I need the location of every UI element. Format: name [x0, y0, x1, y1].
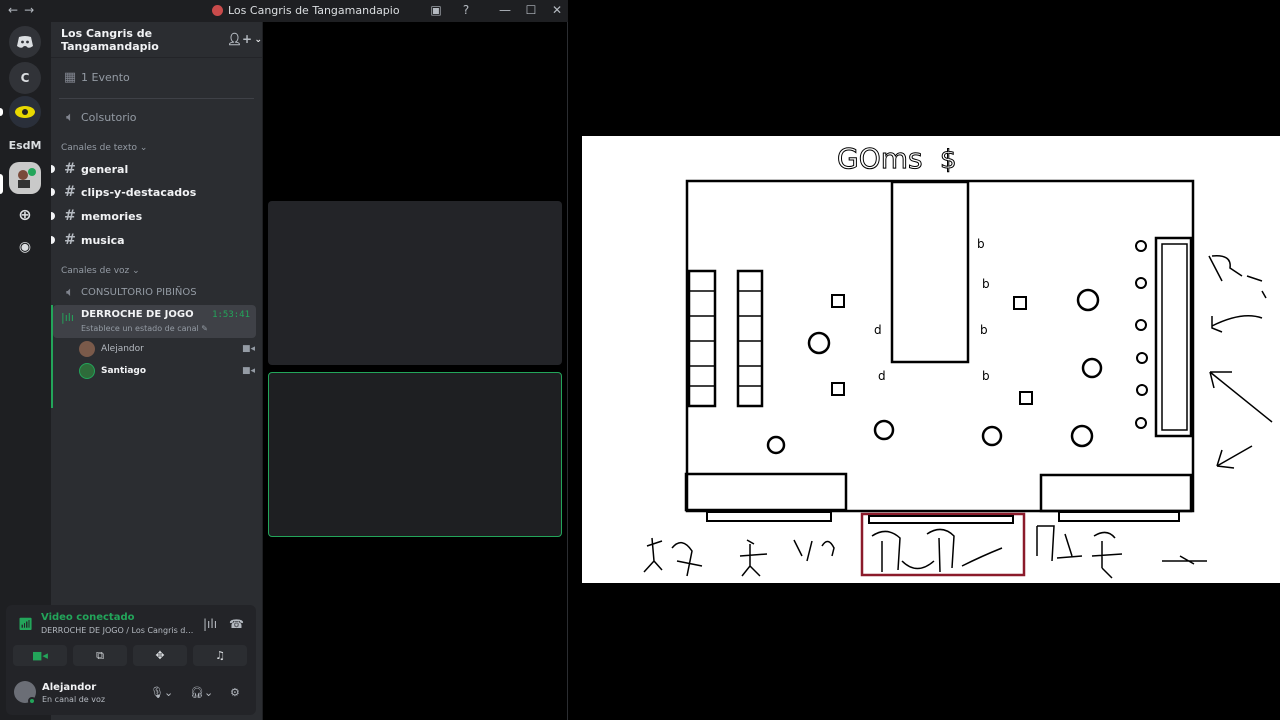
hand-drawing: GOms $ b b b b d d — [643, 142, 1273, 579]
activities-button[interactable]: ✥ — [133, 645, 187, 666]
voice-channel-derroche[interactable]: |ılı DERROCHE DE JOGO Establece un estad… — [53, 305, 256, 338]
server-esdm[interactable]: EsdM — [9, 129, 42, 161]
svg-text:b: b — [982, 369, 990, 383]
help-icon[interactable]: ? — [458, 3, 474, 17]
voice-channel-consultorio[interactable]: 🔈︎ CONSULTORIO PIBIÑOS — [51, 281, 262, 303]
voice-channel-colsutorio[interactable]: 🔈︎ Colsutorio — [51, 106, 262, 128]
camera-icon: ■◂ — [241, 366, 255, 376]
voice-active-icon: |ılı — [61, 311, 74, 324]
title-bar: ←→ Los Cangris de Tangamandapio ▣ ? — ☐ … — [0, 0, 568, 22]
add-server-icon[interactable]: ⊕ — [9, 198, 41, 230]
drawing-header: GOms — [837, 142, 923, 175]
add-member-icon[interactable]: 👤︎+ — [227, 32, 252, 46]
unread-indicator — [51, 188, 55, 196]
window-title-text: Los Cangris de Tangamandapio — [228, 4, 400, 17]
video-tile[interactable] — [268, 201, 562, 365]
svg-text:b: b — [977, 237, 985, 251]
settings-gear-icon[interactable]: ⚙ — [230, 686, 240, 699]
channel-clips-y-destacados[interactable]: # clips-y-destacados — [51, 181, 262, 203]
connection-status[interactable]: Video conectado — [41, 612, 134, 623]
speaker-icon: 🔈︎ — [66, 109, 74, 125]
disconnect-icon[interactable]: ☎︎ — [229, 617, 244, 631]
discord-window: ←→ Los Cangris de Tangamandapio ▣ ? — ☐ … — [0, 0, 568, 720]
user-panel: Alejandor En canal de voz 🎙︎⌄ 🎧︎⌄ ⚙ — [8, 675, 254, 713]
unread-pill — [0, 108, 3, 116]
svg-text:d: d — [878, 369, 886, 383]
signal-icon[interactable]: 📶︎ — [18, 617, 33, 631]
window-title: Los Cangris de Tangamandapio — [212, 4, 400, 17]
svg-text:$: $ — [940, 145, 957, 175]
video-tile-speaking[interactable] — [268, 372, 562, 537]
chevron-down-icon: ⌄ — [254, 34, 262, 45]
screen-share-icon[interactable]: ▣ — [428, 3, 444, 17]
video-stage — [263, 22, 567, 720]
hash-icon: # — [64, 161, 76, 177]
minimize-button[interactable]: — — [497, 3, 513, 17]
selected-pill — [0, 174, 3, 194]
headphones-icon[interactable]: 🎧︎⌄ — [190, 686, 213, 699]
voice-member[interactable]: Alejandor ■◂ — [79, 339, 255, 359]
discord-home-icon[interactable] — [9, 26, 41, 58]
nav-arrows[interactable]: ←→ — [8, 3, 40, 17]
noise-suppression-icon[interactable]: |ılı — [203, 617, 217, 631]
username[interactable]: Alejandor — [42, 682, 96, 693]
avatar — [79, 341, 95, 357]
server-header[interactable]: Los Cangris de Tangamandapio ⌄ 👤︎+ — [51, 22, 262, 58]
server-c[interactable]: C — [9, 62, 41, 94]
server-avatar-icon — [212, 5, 223, 16]
svg-text:d: d — [874, 323, 882, 337]
maximize-button[interactable]: ☐ — [523, 3, 539, 17]
channel-status-input[interactable]: Establece un estado de canal ✎ — [81, 324, 208, 333]
server-los-cangris[interactable] — [9, 162, 41, 194]
server-name: Los Cangris de Tangamandapio — [61, 26, 159, 53]
camera-icon: ■◂ — [241, 344, 255, 354]
close-button[interactable]: ✕ — [549, 3, 565, 17]
hash-icon: # — [64, 184, 76, 200]
user-status: En canal de voz — [42, 695, 106, 704]
forward-arrow-icon[interactable]: → — [24, 3, 40, 17]
speaker-icon: 🔈︎ — [66, 284, 74, 300]
svg-text:b: b — [980, 323, 988, 337]
shared-drawing-canvas: GOms $ b b b b d d — [582, 136, 1280, 583]
hash-icon: # — [64, 208, 76, 224]
channel-memories[interactable]: # memories — [51, 205, 262, 227]
online-status-icon — [28, 697, 36, 705]
voice-member[interactable]: Santiago ■◂ — [79, 361, 255, 381]
voice-category-header[interactable]: Canales de voz ⌄ — [61, 266, 140, 276]
discover-icon[interactable]: ◉ — [9, 231, 41, 263]
text-category-header[interactable]: Canales de texto ⌄ — [61, 143, 147, 153]
divider — [59, 98, 254, 99]
channel-general[interactable]: # general — [51, 158, 262, 180]
hash-icon: # — [64, 232, 76, 248]
server-eye-icon[interactable] — [9, 96, 41, 128]
soundboard-button[interactable]: ♫ — [193, 645, 247, 666]
microphone-icon[interactable]: 🎙︎⌄ — [150, 686, 173, 699]
unread-indicator — [51, 212, 55, 220]
avatar — [79, 363, 95, 379]
camera-button[interactable]: ■◂ — [13, 645, 67, 666]
call-timer: 1:53:41 — [212, 310, 250, 320]
back-arrow-icon[interactable]: ← — [8, 3, 24, 17]
channel-musica[interactable]: # musica — [51, 229, 262, 251]
screen-share-button[interactable]: ⧉ — [73, 645, 127, 666]
unread-indicator — [51, 165, 55, 173]
connection-subtitle: DERROCHE DE JOGO / Los Cangris de T... — [41, 626, 196, 635]
calendar-icon: ▦ — [63, 69, 77, 85]
unread-indicator — [51, 236, 55, 244]
events-link[interactable]: ▦ 1 Evento — [51, 66, 262, 88]
svg-text:b: b — [982, 277, 990, 291]
